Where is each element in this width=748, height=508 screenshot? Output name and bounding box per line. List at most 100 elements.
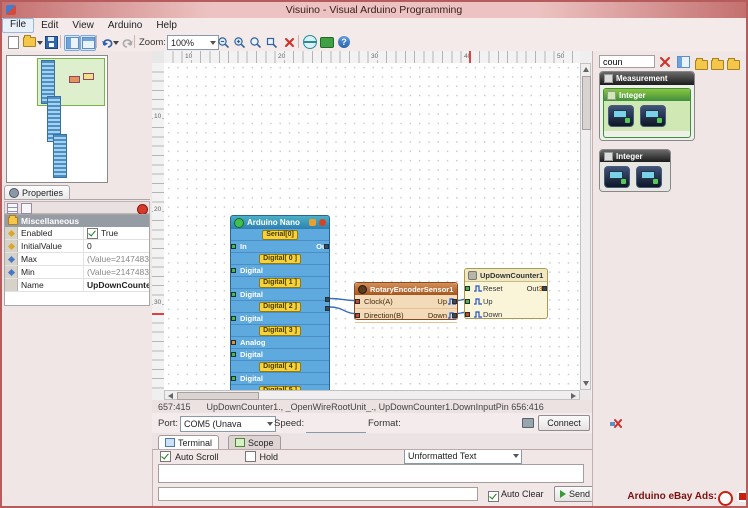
digital-out-pin[interactable] bbox=[325, 306, 330, 311]
scroll-up-icon[interactable] bbox=[583, 67, 589, 72]
property-value[interactable]: 0 bbox=[87, 241, 92, 251]
component-arduino-nano[interactable]: Arduino Nano Serial[0] In Out Digital[ 0… bbox=[230, 215, 330, 390]
zoom-fit-icon[interactable] bbox=[264, 35, 278, 49]
up-out-pin[interactable] bbox=[452, 299, 457, 304]
palette-subgroup-integer[interactable]: Integer bbox=[603, 88, 691, 138]
component-updown-counter[interactable]: UpDownCounter1 Reset Out 32 Up bbox=[464, 268, 548, 319]
menu-view[interactable]: View bbox=[65, 19, 101, 32]
clock-in-pin[interactable] bbox=[355, 299, 360, 304]
zoom-select[interactable]: 100% bbox=[167, 35, 219, 50]
digital-in-pin[interactable] bbox=[231, 316, 236, 321]
property-row[interactable]: Enabled True bbox=[5, 227, 149, 240]
digital-channel-chip[interactable]: Digital[ 0 ] bbox=[259, 253, 301, 264]
zoom-out-icon[interactable] bbox=[216, 35, 230, 49]
property-row[interactable]: Name UpDownCounter1 bbox=[5, 279, 149, 292]
menu-arduino[interactable]: Arduino bbox=[101, 19, 149, 32]
zoom-in-icon[interactable] bbox=[232, 35, 246, 49]
open-dropdown-icon[interactable] bbox=[37, 41, 43, 45]
reset-in-pin[interactable] bbox=[465, 286, 470, 291]
digital-channel-chip[interactable]: Digital[ 3 ] bbox=[259, 325, 301, 336]
web-icon[interactable] bbox=[303, 35, 317, 49]
toggle-bottom-panel-icon[interactable] bbox=[80, 35, 96, 51]
up-in-pin[interactable] bbox=[465, 299, 470, 304]
property-row[interactable]: Min (Value=2147483 bbox=[5, 266, 149, 279]
vertical-scrollbar[interactable] bbox=[580, 63, 591, 390]
tools-icon[interactable] bbox=[609, 417, 622, 435]
auto-scroll-checkbox[interactable] bbox=[160, 451, 171, 462]
minimap[interactable] bbox=[6, 55, 108, 183]
digital-in-pin[interactable] bbox=[231, 352, 236, 357]
down-out-pin[interactable] bbox=[452, 313, 457, 318]
component-rotary-encoder[interactable]: RotaryEncoderSensor1 Clock(A) Up Directi… bbox=[354, 282, 458, 323]
design-canvas[interactable]: Arduino Nano Serial[0] In Out Digital[ 0… bbox=[164, 63, 580, 390]
menu-file[interactable]: File bbox=[2, 18, 35, 33]
title-bar[interactable]: Visuino - Visual Arduino Programming bbox=[2, 2, 746, 18]
tab-scope[interactable]: Scope bbox=[228, 435, 281, 449]
property-value[interactable]: UpDownCounter1 bbox=[87, 280, 149, 290]
serial-channel-chip[interactable]: Serial[0] bbox=[262, 229, 298, 240]
direction-in-pin[interactable] bbox=[355, 313, 360, 318]
help-icon[interactable]: ? bbox=[337, 35, 351, 49]
palette-group-integer[interactable]: Integer bbox=[599, 149, 671, 192]
palette-group-measurement[interactable]: Measurement Integer bbox=[599, 71, 695, 141]
zoom-actual-icon[interactable] bbox=[248, 35, 262, 49]
digital-in-pin[interactable] bbox=[231, 268, 236, 273]
component-icon[interactable] bbox=[636, 166, 662, 188]
ad-icon-1[interactable] bbox=[718, 491, 733, 506]
property-value[interactable]: True bbox=[101, 228, 118, 238]
send-input[interactable] bbox=[158, 487, 478, 501]
connect-button[interactable]: Connect bbox=[538, 415, 590, 431]
hscroll-thumb[interactable] bbox=[177, 392, 259, 400]
send-button[interactable]: Send bbox=[554, 486, 596, 502]
down-in-pin[interactable] bbox=[465, 312, 470, 317]
digital-channel-chip[interactable]: Digital[ 1 ] bbox=[259, 277, 301, 288]
vscroll-thumb[interactable] bbox=[582, 76, 591, 130]
delete-icon[interactable] bbox=[282, 35, 296, 49]
property-row[interactable]: InitialValue 0 bbox=[5, 240, 149, 253]
counter-out-pin[interactable] bbox=[542, 286, 547, 291]
collapse-all-icon[interactable] bbox=[695, 57, 708, 75]
tab-properties[interactable]: Properties bbox=[4, 185, 70, 200]
component-icon[interactable] bbox=[640, 105, 666, 127]
board-settings-icon[interactable] bbox=[319, 219, 326, 226]
palette-search-input[interactable] bbox=[599, 55, 655, 68]
serial-in-pin[interactable] bbox=[231, 244, 236, 249]
toggle-left-panel-icon[interactable] bbox=[64, 35, 80, 51]
undo-icon[interactable] bbox=[100, 35, 114, 49]
property-category-row[interactable]: Miscellaneous bbox=[5, 215, 149, 227]
digital-out-pin[interactable] bbox=[325, 297, 330, 302]
component-icon[interactable] bbox=[604, 166, 630, 188]
menu-edit[interactable]: Edit bbox=[34, 19, 65, 32]
board-icon[interactable] bbox=[320, 35, 334, 49]
analog-in-pin[interactable] bbox=[231, 340, 236, 345]
port-select[interactable]: COM5 (Unava bbox=[180, 416, 276, 432]
expand-all-icon[interactable] bbox=[711, 57, 724, 75]
menu-help[interactable]: Help bbox=[149, 19, 184, 32]
wrench-icon[interactable] bbox=[309, 219, 316, 226]
ad-icon-2[interactable] bbox=[737, 491, 746, 502]
property-checkbox[interactable] bbox=[87, 227, 98, 239]
undo-dropdown-icon[interactable] bbox=[113, 41, 119, 45]
scroll-left-icon[interactable] bbox=[168, 393, 173, 399]
property-value[interactable]: (Value=21474836 bbox=[87, 254, 149, 264]
digital-in-pin[interactable] bbox=[231, 292, 236, 297]
property-row[interactable]: Max (Value=21474836 bbox=[5, 253, 149, 266]
scroll-down-icon[interactable] bbox=[583, 381, 589, 386]
hold-checkbox[interactable] bbox=[244, 451, 256, 462]
digital-channel-chip[interactable]: Digital[ 2 ] bbox=[259, 301, 301, 312]
property-value[interactable]: (Value=2147483 bbox=[87, 267, 149, 277]
auto-clear-checkbox[interactable] bbox=[488, 491, 499, 502]
serial-out-pin[interactable] bbox=[324, 244, 329, 249]
open-project-icon[interactable] bbox=[22, 35, 36, 49]
terminal-output[interactable] bbox=[158, 464, 584, 483]
categorized-view-icon[interactable] bbox=[7, 203, 18, 214]
tile-view-icon[interactable] bbox=[727, 57, 740, 75]
new-project-icon[interactable] bbox=[6, 35, 20, 49]
tab-terminal[interactable]: Terminal bbox=[158, 435, 220, 449]
scroll-right-icon[interactable] bbox=[571, 393, 576, 399]
digital-channel-chip[interactable]: Digital[ 4 ] bbox=[259, 361, 301, 372]
redo-icon[interactable] bbox=[120, 35, 134, 49]
digital-in-pin[interactable] bbox=[231, 376, 236, 381]
component-icon[interactable] bbox=[608, 105, 634, 127]
horizontal-scrollbar[interactable] bbox=[164, 390, 580, 400]
